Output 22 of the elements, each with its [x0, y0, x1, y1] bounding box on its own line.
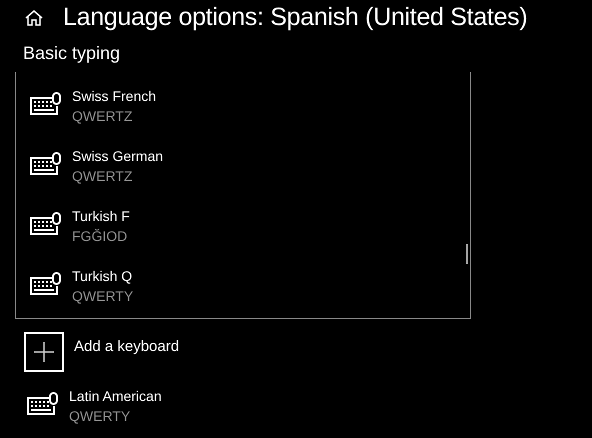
- keyboard-icon: [29, 92, 62, 116]
- keyboard-layout: QWERTZ: [72, 107, 134, 126]
- keyboard-name: Turkish F: [72, 207, 130, 226]
- keyboard-icon: [29, 212, 62, 236]
- home-icon[interactable]: [24, 9, 44, 27]
- keyboard-icon: [29, 272, 62, 296]
- section-title: Basic typing: [23, 42, 120, 65]
- keyboard-icon: [29, 152, 62, 176]
- keyboard-name: Swiss French: [72, 87, 156, 106]
- plus-icon: [34, 342, 54, 362]
- keyboard-layout: FGĞIOD: [72, 227, 128, 246]
- keyboard-name: Swiss German: [72, 147, 164, 166]
- keyboard-layout: QWERTY: [69, 407, 132, 426]
- keyboard-icon: [26, 392, 59, 416]
- keyboard-name: Latin American: [69, 387, 162, 406]
- scrollbar[interactable]: [466, 244, 468, 264]
- keyboard-layout: QWERTY: [72, 287, 134, 306]
- add-keyboard-label[interactable]: Add a keyboard: [74, 336, 180, 358]
- add-keyboard-button[interactable]: [24, 332, 64, 372]
- keyboard-name: Turkish Q: [72, 267, 134, 286]
- keyboard-layout: QWERTZ: [72, 167, 134, 186]
- page-title: Language options: Spanish (United States): [63, 2, 528, 34]
